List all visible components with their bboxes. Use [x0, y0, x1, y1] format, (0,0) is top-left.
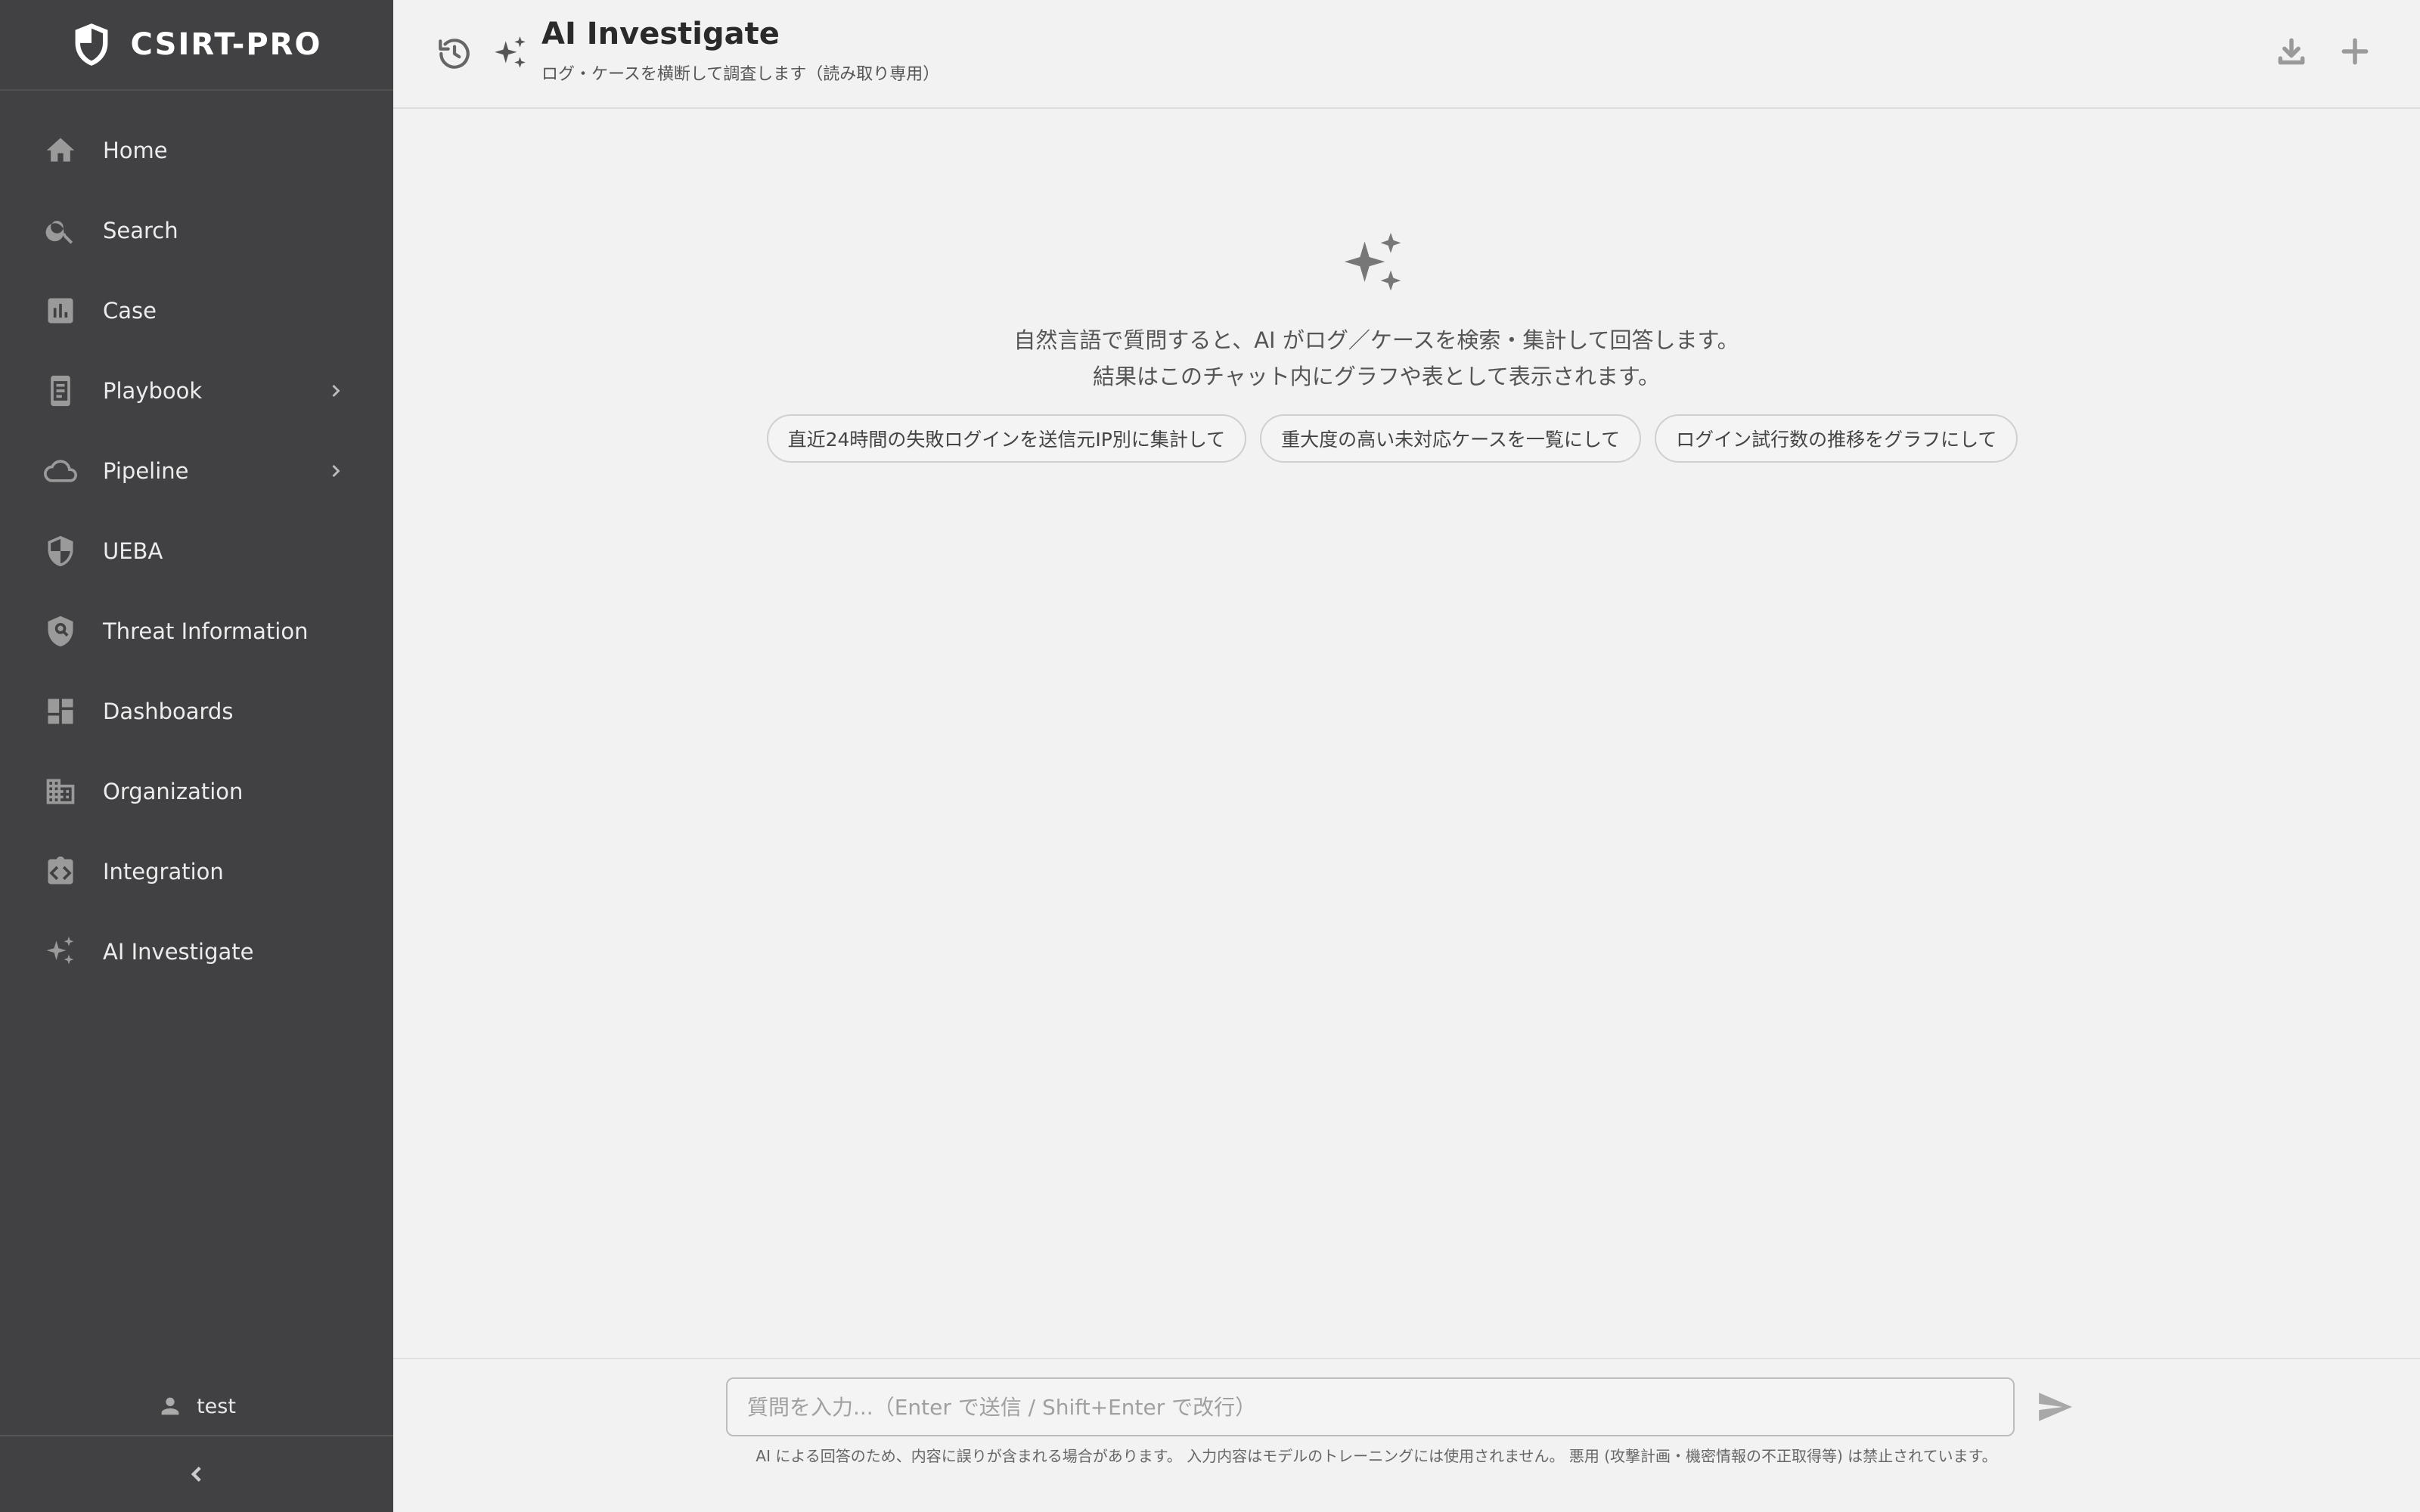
book-icon	[42, 373, 79, 409]
page-title: AI Investigate	[541, 17, 780, 51]
sidebar-item-label: UEBA	[103, 538, 163, 564]
shield-icon	[75, 23, 107, 66]
download-button[interactable]	[2275, 35, 2313, 73]
shield-search-icon	[42, 613, 79, 649]
disclaimer-text: AI による回答のため、内容に誤りが含まれる場合があります。 入力内容はモデルの…	[755, 1447, 1997, 1465]
user-name: test	[197, 1394, 236, 1418]
sidebar-item-case[interactable]: Case	[0, 271, 393, 351]
sidebar-item-home[interactable]: Home	[0, 110, 393, 191]
sidebar-item-dashboards[interactable]: Dashboards	[0, 671, 393, 751]
sidebar-item-ai-investigate[interactable]: AI Investigate	[0, 912, 393, 992]
intro-text: 自然言語で質問すると、AI がログ／ケースを検索・集計して回答します。 結果はこ…	[1013, 327, 1739, 389]
sidebar-item-label: Dashboards	[103, 699, 234, 724]
building-icon	[42, 773, 79, 810]
download-icon	[2278, 38, 2305, 65]
page-subtitle: ログ・ケースを横断して調査します（読み取り専用）	[541, 65, 940, 84]
chat-footer: AI による回答のため、内容に誤りが含まれる場合があります。 入力内容はモデルの…	[393, 1358, 2420, 1512]
chevron-right-icon	[325, 380, 346, 401]
integration-icon	[42, 854, 79, 890]
send-button[interactable]	[2036, 1388, 2075, 1427]
sparkle-icon	[492, 35, 529, 73]
sidebar-item-label: Integration	[103, 859, 224, 885]
page-header: AI Investigate ログ・ケースを横断して調査します（読み取り専用）	[393, 0, 2420, 109]
sidebar-nav: Home Search Case Playbook Pipeline UEBA …	[0, 91, 393, 992]
sidebar-item-label: Organization	[103, 779, 244, 804]
history-button[interactable]	[436, 35, 473, 73]
bar-chart-icon	[42, 293, 79, 329]
chevron-left-icon	[191, 1466, 201, 1483]
shield-icon	[42, 533, 79, 569]
question-input[interactable]	[726, 1377, 2015, 1436]
cloud-icon	[42, 453, 79, 489]
suggestion-chip[interactable]: ログイン試行数の推移をグラフにして	[1655, 414, 2018, 463]
collapse-sidebar-button[interactable]	[0, 1435, 393, 1512]
chevron-right-icon	[325, 460, 346, 482]
sidebar-item-label: AI Investigate	[103, 939, 254, 965]
suggestion-chips: 直近24時間の失敗ログインを送信元IP別に集計して 重大度の高い未対応ケースを一…	[393, 414, 2420, 463]
sidebar-item-label: Pipeline	[103, 458, 189, 484]
sidebar-item-label: Case	[103, 298, 157, 324]
chat-area: 自然言語で質問すると、AI がログ／ケースを検索・集計して回答します。 結果はこ…	[393, 110, 2420, 1358]
sidebar-item-label: Playbook	[103, 378, 203, 404]
sidebar-item-ueba[interactable]: UEBA	[0, 511, 393, 591]
sparkle-icon	[42, 934, 79, 970]
history-icon	[439, 39, 470, 69]
person-icon	[161, 1397, 179, 1415]
home-icon	[42, 132, 79, 169]
sidebar-item-pipeline[interactable]: Pipeline	[0, 431, 393, 511]
sidebar: CSIRT-PRO Home Search Case Playbook Pipe…	[0, 0, 393, 1512]
sidebar-item-label: Search	[103, 218, 178, 243]
brand[interactable]: CSIRT-PRO	[0, 0, 393, 91]
sidebar-item-label: Threat Information	[103, 618, 309, 644]
sidebar-item-search[interactable]: Search	[0, 191, 393, 271]
plus-icon	[2341, 38, 2369, 65]
sidebar-item-label: Home	[103, 138, 168, 163]
suggestion-chip[interactable]: 重大度の高い未対応ケースを一覧にして	[1260, 414, 1642, 463]
sidebar-item-threat-information[interactable]: Threat Information	[0, 591, 393, 671]
new-chat-button[interactable]	[2338, 35, 2376, 73]
sidebar-item-playbook[interactable]: Playbook	[0, 351, 393, 431]
suggestion-chip[interactable]: 直近24時間の失敗ログインを送信元IP別に集計して	[766, 414, 1247, 463]
send-icon	[2039, 1393, 2072, 1421]
user-menu[interactable]: test	[0, 1383, 393, 1429]
sidebar-item-organization[interactable]: Organization	[0, 751, 393, 832]
search-icon	[42, 212, 79, 249]
sparkle-icon	[1339, 230, 1408, 299]
brand-name: CSIRT-PRO	[130, 27, 322, 62]
dashboard-icon	[42, 693, 79, 730]
sidebar-item-integration[interactable]: Integration	[0, 832, 393, 912]
